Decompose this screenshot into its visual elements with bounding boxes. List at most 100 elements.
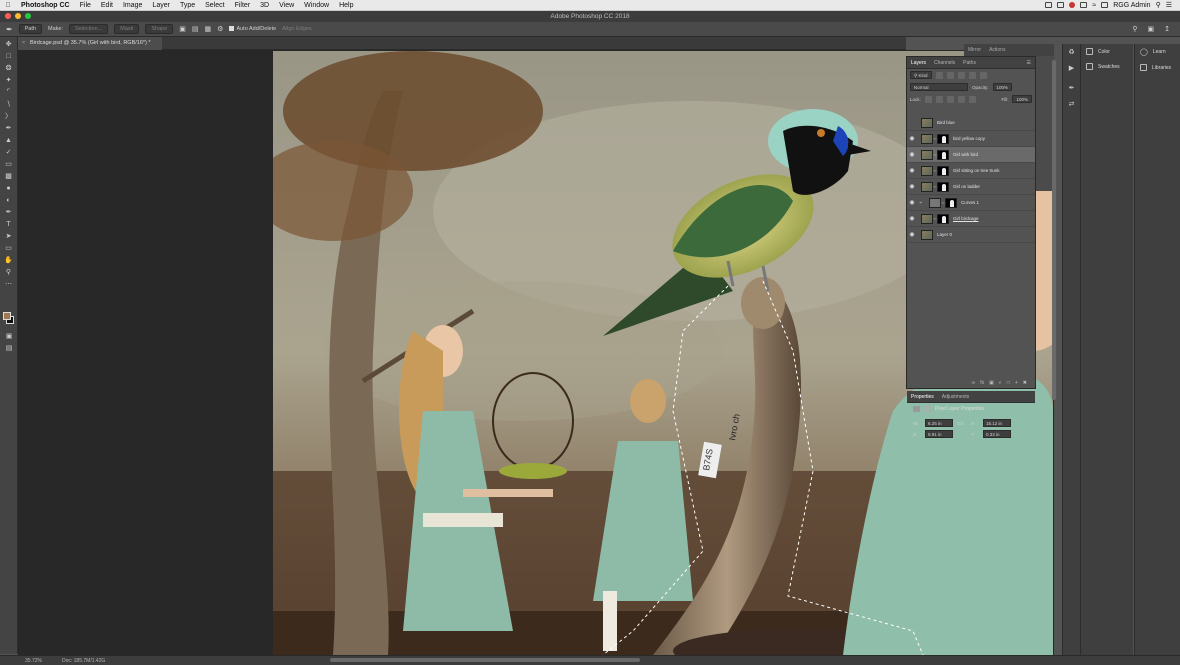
path-arrangement-icon[interactable]: ▦: [205, 25, 212, 33]
make-mask-button[interactable]: Mask: [114, 24, 140, 34]
record-icon[interactable]: [1069, 2, 1076, 8]
trash-icon[interactable]: ✖: [1023, 380, 1027, 386]
zoom-level[interactable]: 35.72%: [25, 656, 42, 665]
layer-row[interactable]: Bird blue: [907, 115, 1035, 131]
tab-adjustments[interactable]: Adjustments: [942, 394, 970, 400]
new-group-icon[interactable]: □: [1007, 380, 1010, 386]
menu-select[interactable]: Select: [200, 2, 229, 9]
kind-filter-select[interactable]: ⚲ Kind: [910, 71, 932, 79]
dock-learn[interactable]: ◯ Learn: [1135, 44, 1180, 60]
layer-row[interactable]: ◉ Layer 0: [907, 227, 1035, 243]
eraser-tool-icon[interactable]: ▭: [3, 160, 15, 169]
layer-row-selected[interactable]: ◉ ∞ Girl with bird: [907, 147, 1035, 163]
menu-list-icon[interactable]: ☰: [1166, 1, 1172, 9]
brush-panel-icon[interactable]: ✒: [1067, 84, 1077, 94]
type-tool-icon[interactable]: T: [3, 220, 15, 229]
path-alignment-icon[interactable]: ▤: [192, 25, 199, 33]
eye-icon[interactable]: ◉: [907, 151, 917, 158]
rectangle-tool-icon[interactable]: ▭: [3, 244, 15, 253]
eye-icon[interactable]: ◉: [907, 135, 917, 142]
layer-row[interactable]: ◉ ↵ ∞ Curves 1: [907, 195, 1035, 211]
play-actions-icon[interactable]: ▶: [1067, 64, 1077, 74]
layer-row[interactable]: ◉ ∞ Girl on ladder: [907, 179, 1035, 195]
eye-icon[interactable]: ◉: [907, 199, 917, 206]
menu-3d[interactable]: 3D: [255, 2, 274, 9]
battery-icon[interactable]: [1101, 2, 1109, 8]
search-icon[interactable]: ⚲: [1132, 25, 1137, 33]
tab-layers[interactable]: Layers: [911, 60, 926, 66]
dodge-tool-icon[interactable]: ◐: [3, 196, 15, 205]
layer-mask-thumbnail[interactable]: [937, 165, 949, 176]
close-tab-icon[interactable]: ×: [22, 37, 25, 50]
make-selection-button[interactable]: Selection...: [69, 24, 109, 34]
layer-row[interactable]: ◉ ∞ Girl birdcage: [907, 211, 1035, 227]
y-input[interactable]: 0.33 in: [983, 430, 1011, 438]
more-tools-icon[interactable]: ⋯: [3, 280, 15, 289]
w-input[interactable]: 6.25 in: [925, 419, 953, 427]
healing-brush-tool-icon[interactable]: 〉: [3, 112, 15, 121]
adobe-cc-icon[interactable]: [1080, 2, 1088, 8]
filter-pixel-icon[interactable]: [935, 71, 943, 79]
adjust-panel-icon[interactable]: ⇄: [1067, 100, 1077, 110]
close-window-icon[interactable]: [5, 13, 11, 19]
eye-icon[interactable]: ◉: [907, 183, 917, 190]
panel-menu-icon[interactable]: ☰: [1027, 60, 1035, 66]
wifi-icon[interactable]: ≈: [1092, 2, 1096, 9]
eyedropper-tool-icon[interactable]: ∖: [3, 100, 15, 109]
magic-wand-tool-icon[interactable]: ✦: [3, 76, 15, 85]
menu-view[interactable]: View: [274, 2, 299, 9]
mask-icon[interactable]: [924, 406, 931, 412]
path-selection-tool-icon[interactable]: ➤: [3, 232, 15, 241]
brush-tool-icon[interactable]: ✒: [3, 124, 15, 133]
display-icon[interactable]: [1057, 2, 1065, 8]
history-brush-tool-icon[interactable]: ✓: [3, 148, 15, 157]
eye-icon[interactable]: ◉: [907, 231, 917, 238]
align-edges-checkbox[interactable]: Align Edges: [282, 26, 311, 32]
pen-tool-icon[interactable]: ✒: [6, 25, 13, 34]
user-name[interactable]: RGG Admin: [1113, 2, 1150, 9]
eye-icon[interactable]: ◉: [907, 215, 917, 222]
tab-properties[interactable]: Properties: [911, 394, 934, 400]
menu-filter[interactable]: Filter: [230, 2, 256, 9]
lock-artboard-icon[interactable]: [957, 95, 965, 103]
canvas-area[interactable]: B74S Ivro ch: [18, 50, 1054, 655]
marquee-tool-icon[interactable]: □: [3, 52, 15, 61]
menu-image[interactable]: Image: [118, 2, 147, 9]
layer-style-icon[interactable]: fx: [980, 380, 984, 386]
layer-mask-thumbnail[interactable]: [937, 133, 949, 144]
dock-color[interactable]: Color: [1081, 44, 1133, 59]
new-adjustment-icon[interactable]: ◐: [999, 380, 1002, 386]
dock-libraries[interactable]: Libraries: [1135, 60, 1180, 75]
crop-tool-icon[interactable]: ⌜: [3, 88, 15, 97]
blur-tool-icon[interactable]: ●: [3, 184, 15, 193]
mode-select[interactable]: Path: [18, 24, 43, 34]
menu-window[interactable]: Window: [299, 2, 334, 9]
share-icon[interactable]: ↥: [1164, 25, 1170, 33]
layer-mask-thumbnail[interactable]: [937, 213, 949, 224]
filter-type-icon[interactable]: [957, 71, 965, 79]
x-input[interactable]: 9.91 in: [925, 430, 953, 438]
layer-mask-thumbnail[interactable]: [945, 197, 957, 208]
path-operations-icon[interactable]: ▣: [179, 25, 186, 33]
document-tab[interactable]: × Birdcage.psd @ 35.7% (Girl with bird, …: [18, 37, 162, 50]
workspace-icon[interactable]: ▣: [1148, 25, 1155, 33]
blend-mode-select[interactable]: Normal: [910, 83, 968, 91]
curves-adjustment-icon[interactable]: [929, 197, 941, 208]
tab-paths[interactable]: Paths: [963, 60, 976, 66]
dock-swatches[interactable]: Swatches: [1081, 59, 1133, 74]
auto-add-delete-checkbox[interactable]: Auto Add/Delete: [229, 26, 276, 32]
zoom-tool-icon[interactable]: ⚲: [3, 268, 15, 277]
pen-tool-icon[interactable]: ✒: [3, 208, 15, 217]
h-input[interactable]: 15.12 in: [983, 419, 1011, 427]
move-tool-icon[interactable]: ✥: [3, 40, 15, 49]
tab-mirror[interactable]: Mirror: [968, 47, 981, 53]
fill-input[interactable]: 100%: [1012, 95, 1032, 103]
lock-image-icon[interactable]: [935, 95, 943, 103]
zoom-window-icon[interactable]: [25, 13, 31, 19]
layer-row[interactable]: ◉ ∞ Girl sitting on tree trunk: [907, 163, 1035, 179]
go-link-button[interactable]: GO: [957, 421, 967, 426]
clone-stamp-tool-icon[interactable]: ▲: [3, 136, 15, 145]
layer-mask-thumbnail[interactable]: [937, 149, 949, 160]
menu-edit[interactable]: Edit: [96, 2, 118, 9]
screen-icon[interactable]: [1045, 2, 1053, 8]
